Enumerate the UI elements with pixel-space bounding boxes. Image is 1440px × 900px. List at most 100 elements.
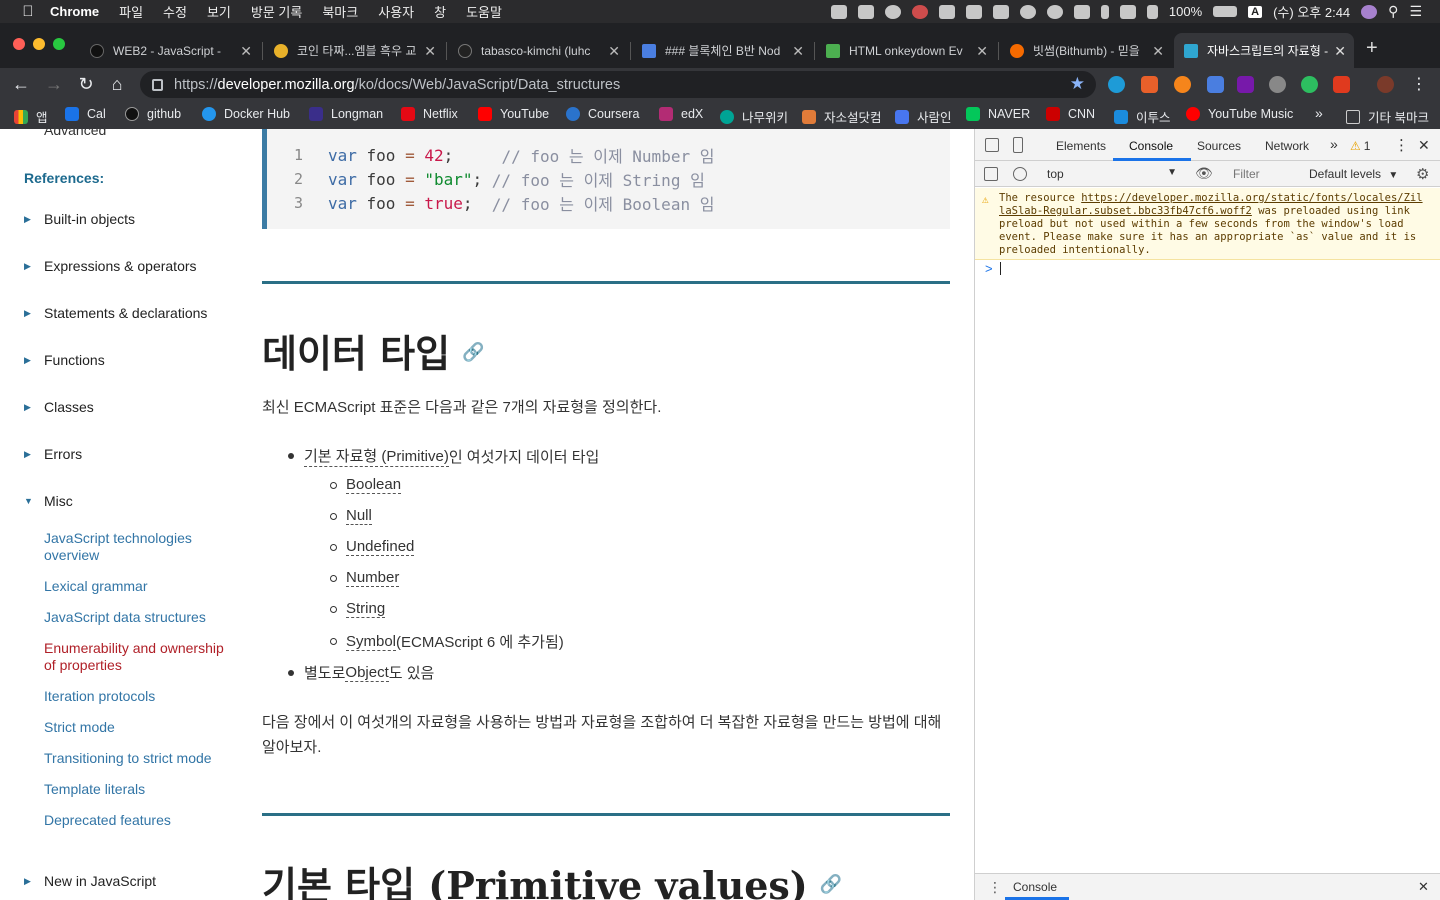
cloud-tray-icon[interactable] xyxy=(884,4,901,19)
bookmark-youtube-music[interactable]: YouTube Music xyxy=(1186,107,1293,121)
primitive-link[interactable]: 기본 자료형 (Primitive) xyxy=(304,445,449,467)
drawer-menu-icon[interactable]: ⋮ xyxy=(988,879,1002,896)
bluetooth-icon[interactable] xyxy=(1100,4,1109,19)
bookmark-apps[interactable]: 앱 xyxy=(14,107,48,126)
home-icon[interactable]: ⌂ xyxy=(106,73,128,95)
sidebar-link-deprecated[interactable]: Deprecated features xyxy=(44,812,234,829)
sidebar-item-expressions[interactable]: ▶ Expressions & operators xyxy=(24,258,197,274)
tab-close-icon[interactable]: ✕ xyxy=(240,43,252,60)
console-settings-gear-icon[interactable]: ⚙ xyxy=(1416,165,1429,183)
tab-network[interactable]: Network xyxy=(1265,139,1309,153)
permalink-icon[interactable]: 🔗 xyxy=(462,342,484,363)
other-bookmarks-folder[interactable]: 기타 북마크 xyxy=(1346,107,1429,126)
sidebar-link-lexical-grammar[interactable]: Lexical grammar xyxy=(44,578,234,595)
spotlight-icon[interactable]: ⚲ xyxy=(1388,3,1398,20)
app-name-menu[interactable]: Chrome xyxy=(50,4,99,19)
chrome-menu-icon[interactable]: ⋮ xyxy=(1408,73,1430,95)
browser-tab[interactable]: WEB2 - JavaScript - ✕ xyxy=(80,33,260,68)
undefined-link[interactable]: Undefined xyxy=(346,538,415,556)
object-link[interactable]: Object xyxy=(345,664,389,682)
console-input[interactable] xyxy=(1000,262,1001,275)
tab-close-icon[interactable]: ✕ xyxy=(1334,43,1346,60)
number-link[interactable]: Number xyxy=(346,569,400,587)
more-tabs-button[interactable]: » xyxy=(1330,136,1338,152)
ji-tray-icon[interactable] xyxy=(830,4,847,19)
sidebar-link-iteration-protocols[interactable]: Iteration protocols xyxy=(44,688,234,705)
sidebar-item-built-in-objects[interactable]: ▶ Built-in objects xyxy=(24,211,135,227)
sidebar-item-misc[interactable]: ▼ Misc xyxy=(24,493,73,509)
extension-onenote-icon[interactable] xyxy=(1237,76,1254,93)
bookmark-naver[interactable]: NAVER xyxy=(966,107,1030,121)
bookmarks-overflow-button[interactable]: » xyxy=(1315,105,1323,121)
close-window-button[interactable] xyxy=(13,38,25,50)
symbol-link[interactable]: Symbol xyxy=(346,633,397,651)
drawer-tab-console[interactable]: Console xyxy=(1013,880,1057,894)
menu-help[interactable]: 도움말 xyxy=(466,2,502,21)
browser-tab[interactable]: 빗썸(Bithumb) - 믿을 ✕ xyxy=(1000,33,1172,68)
tab-sources[interactable]: Sources xyxy=(1197,139,1241,153)
eye-icon[interactable]: 👁 xyxy=(1195,165,1213,182)
sidebar-item-errors[interactable]: ▶ Errors xyxy=(24,446,82,462)
apple-menu-icon[interactable]:  xyxy=(20,3,36,20)
close-drawer-icon[interactable]: ✕ xyxy=(1418,879,1429,895)
telegram-tray-icon[interactable] xyxy=(857,4,874,19)
siri-icon[interactable] xyxy=(1361,4,1378,19)
boolean-link[interactable]: Boolean xyxy=(346,476,402,494)
sidebar-item-statements[interactable]: ▶ Statements & declarations xyxy=(24,305,207,321)
menu-file[interactable]: 파일 xyxy=(119,2,143,21)
new-tab-icon[interactable]: + xyxy=(1366,37,1378,60)
six-tray-icon[interactable] xyxy=(1073,4,1090,19)
tab-close-icon[interactable]: ✕ xyxy=(792,43,804,60)
menu-people[interactable]: 사용자 xyxy=(378,2,414,21)
tab-elements[interactable]: Elements xyxy=(1056,139,1106,153)
sidebar-item-classes[interactable]: ▶ Classes xyxy=(24,399,94,415)
browser-tab[interactable]: tabasco-kimchi (luhc ✕ xyxy=(448,33,628,68)
sidebar-link-transitioning-strict[interactable]: Transitioning to strict mode xyxy=(44,750,234,767)
clear-console-icon[interactable] xyxy=(1013,167,1027,181)
b-tray-icon[interactable] xyxy=(938,4,955,19)
bookmark-netflix[interactable]: Netflix xyxy=(401,107,458,121)
permalink-icon[interactable]: 🔗 xyxy=(820,874,842,895)
forward-arrow-icon[interactable]: → xyxy=(43,73,65,95)
device-toolbar-icon[interactable] xyxy=(1013,137,1023,153)
menu-window[interactable]: 창 xyxy=(434,2,446,21)
tab-close-icon[interactable]: ✕ xyxy=(976,43,988,60)
extension-bulb-icon[interactable] xyxy=(1269,76,1286,93)
context-selector[interactable]: top ▼ xyxy=(1047,167,1177,181)
reload-icon[interactable]: ↻ xyxy=(75,73,97,95)
string-link[interactable]: String xyxy=(346,600,386,618)
browser-tab[interactable]: 코인 타짜...엠블 흑우 교 ✕ xyxy=(264,33,444,68)
bookmark-edx[interactable]: edX xyxy=(659,107,703,121)
menu-view[interactable]: 보기 xyxy=(207,2,231,21)
bookmark-youtube[interactable]: YouTube xyxy=(478,107,549,121)
bookmark-longman[interactable]: Longman xyxy=(309,107,383,121)
battery-icon[interactable] xyxy=(1213,6,1238,17)
volume-icon[interactable] xyxy=(1146,4,1158,19)
browser-tab-active[interactable]: 자바스크립트의 자료형 - ✕ xyxy=(1174,33,1354,68)
browser-tab[interactable]: HTML onkeydown Ev ✕ xyxy=(816,33,996,68)
tab-console[interactable]: Console xyxy=(1129,139,1173,153)
warning-count-badge[interactable]: ⚠ 1 xyxy=(1350,139,1370,153)
devtools-menu-icon[interactable]: ⋮ xyxy=(1394,136,1409,154)
minimize-window-button[interactable] xyxy=(33,38,45,50)
tab-close-icon[interactable]: ✕ xyxy=(608,43,620,60)
sidebar-item-functions[interactable]: ▶ Functions xyxy=(24,352,105,368)
bookmark-star-icon[interactable]: ★ xyxy=(1070,74,1085,94)
sidebar-link-enumerability[interactable]: Enumerability and ownership of propertie… xyxy=(44,640,234,674)
sidebar-link-js-technologies[interactable]: JavaScript technologies overview xyxy=(44,530,234,564)
sync-tray-icon[interactable] xyxy=(1046,4,1063,19)
sidebar-item-new-in-js[interactable]: ▶ New in JavaScript xyxy=(24,873,156,889)
sidebar-link-template-literals[interactable]: Template literals xyxy=(44,781,234,798)
rocket-tray-icon[interactable] xyxy=(992,4,1009,19)
bookmark-docker-hub[interactable]: Docker Hub xyxy=(202,107,290,121)
square-tray-icon[interactable] xyxy=(965,4,982,19)
close-devtools-icon[interactable]: ✕ xyxy=(1418,137,1430,154)
bookmark-cnn[interactable]: CNN xyxy=(1046,107,1095,121)
bookmark-saramin[interactable]: 사람인 xyxy=(895,107,952,126)
input-source-indicator[interactable]: A xyxy=(1248,5,1263,18)
bookmark-etoos[interactable]: 이투스 xyxy=(1114,107,1171,126)
sidebar-link-data-structures[interactable]: JavaScript data structures xyxy=(44,609,234,626)
zoom-window-button[interactable] xyxy=(53,38,65,50)
tab-close-icon[interactable]: ✕ xyxy=(424,43,436,60)
notification-center-icon[interactable]: ☰ xyxy=(1409,3,1422,20)
